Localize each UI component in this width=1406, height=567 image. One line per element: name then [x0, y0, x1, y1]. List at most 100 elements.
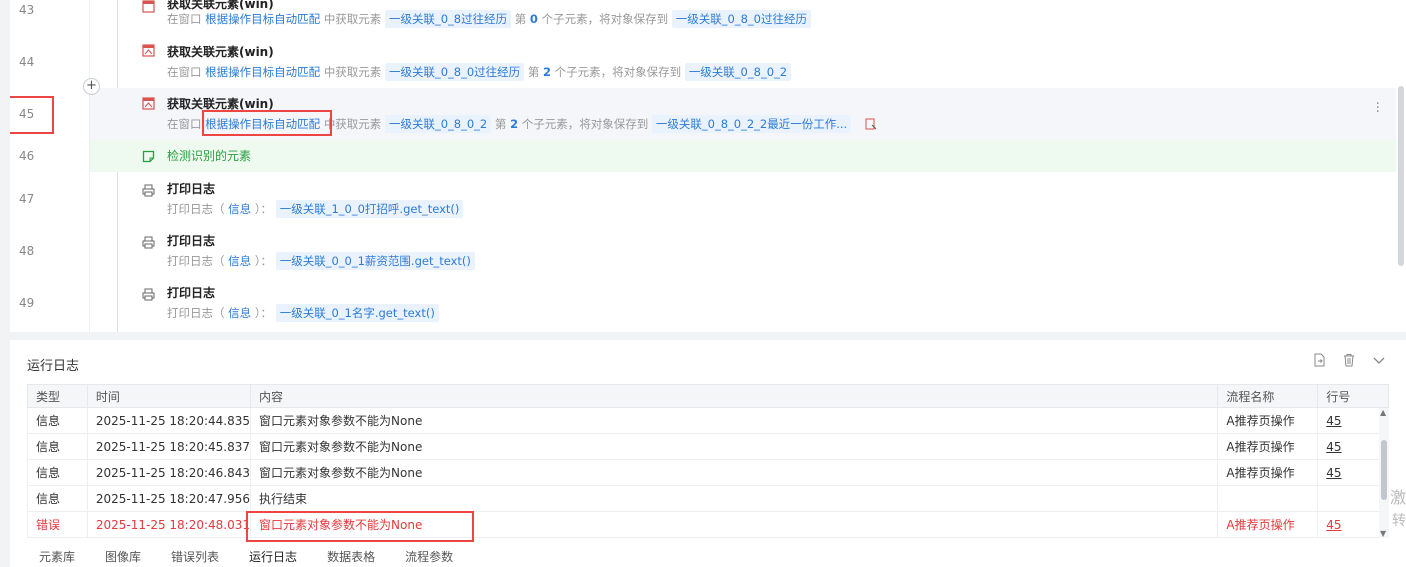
desc-text: 中获取元素: [323, 117, 382, 131]
log-line-cell: 45: [1317, 459, 1389, 486]
desc-text: 打印日志（: [167, 202, 225, 216]
flow-step-row[interactable]: 获取关联元素(win) 在窗口 根据操作目标自动匹配 中获取元素 一级关联_0_…: [90, 40, 1396, 88]
window-param-link[interactable]: 根据操作目标自动匹配: [205, 11, 320, 27]
tab-run-log[interactable]: 运行日志: [249, 548, 297, 565]
log-scrollbar[interactable]: ▲ ▼: [1379, 408, 1389, 538]
watermark-text: 激: [1389, 488, 1406, 507]
scroll-up-icon[interactable]: ▲: [1380, 408, 1386, 417]
log-flow: A推荐页操作: [1217, 433, 1319, 460]
window-element-icon: [142, 97, 155, 110]
step-description: 打印日志（ 信息 ）： 一级关联_0_1名字.get_text(): [167, 304, 439, 322]
highlight-box-window-param: [202, 110, 332, 136]
tab-element-library[interactable]: 元素库: [39, 548, 75, 565]
window-param-link[interactable]: 根据操作目标自动匹配: [205, 64, 320, 80]
step-title: 打印日志: [167, 234, 216, 248]
editor-scrollbar[interactable]: [1398, 86, 1404, 266]
collapse-chevron-icon[interactable]: [1372, 353, 1386, 367]
tab-error-list[interactable]: 错误列表: [171, 548, 219, 565]
line-number[interactable]: 49: [10, 296, 90, 310]
log-level-link[interactable]: 信息: [228, 253, 251, 269]
output-variable-tag[interactable]: 一级关联_0_8_0过往经历: [671, 10, 811, 28]
log-level-link[interactable]: 信息: [228, 305, 251, 321]
line-number[interactable]: 48: [10, 244, 90, 258]
step-description: 打印日志（ 信息 ）： 一级关联_1_0_0打招呼.get_text(): [167, 200, 464, 218]
log-expression-tag[interactable]: 一级关联_0_1名字.get_text(): [275, 304, 439, 322]
desc-text: 中获取元素: [323, 12, 382, 26]
source-element-tag[interactable]: 一级关联_0_8_0_2: [384, 115, 492, 133]
step-description: 在窗口 根据操作目标自动匹配 中获取元素 一级关联_0_8过往经历 第 0 个子…: [167, 10, 811, 28]
desc-text: 个子元素，将对象保存到: [521, 117, 649, 131]
source-element-tag[interactable]: 一级关联_0_8过往经历: [384, 10, 512, 28]
log-type: 错误: [27, 511, 88, 538]
log-expression-tag[interactable]: 一级关联_1_0_0打招呼.get_text(): [275, 200, 464, 218]
flow-editor: 43 44 45 46 47 48 49 获取关联元素(win) 在窗口 根据操…: [10, 0, 1406, 332]
line-link[interactable]: 45: [1326, 414, 1341, 428]
table-row-error[interactable]: 错误 2025-11-25 18:20:48.031 窗口元素对象参数不能为No…: [27, 511, 1389, 538]
log-time: 2025-11-25 18:20:47.956: [86, 485, 252, 512]
log-level-link[interactable]: 信息: [228, 201, 251, 217]
printer-icon: [142, 236, 155, 249]
scroll-down-icon[interactable]: ▼: [1380, 529, 1386, 538]
export-icon[interactable]: [1312, 353, 1326, 367]
check-note-icon: [142, 150, 155, 163]
log-time: 2025-11-25 18:20:44.835: [86, 407, 252, 434]
step-title: 获取关联元素(win): [167, 45, 274, 59]
tab-flow-params[interactable]: 流程参数: [405, 548, 453, 565]
desc-text: 打印日志（: [167, 254, 225, 268]
scroll-thumb[interactable]: [1381, 440, 1387, 500]
flow-step-row[interactable]: 获取关联元素(win) 在窗口 根据操作目标自动匹配 中获取元素 一级关联_0_…: [90, 0, 1396, 40]
printer-icon: [142, 184, 155, 197]
line-number[interactable]: 46: [10, 149, 90, 163]
desc-text: 第: [494, 117, 507, 131]
table-row[interactable]: 信息 2025-11-25 18:20:45.837 窗口元素对象参数不能为No…: [27, 433, 1389, 460]
flow-step-row[interactable]: 打印日志 打印日志（ 信息 ）： 一级关联_0_0_1薪资范围.get_text…: [90, 224, 1396, 276]
log-content: 执行结束: [250, 485, 1219, 512]
printer-icon: [142, 288, 155, 301]
output-variable-tag[interactable]: 一级关联_0_8_0_2_2最近一份工作...: [651, 115, 852, 133]
line-number[interactable]: 44: [10, 55, 90, 69]
flow-step-row[interactable]: 检测识别的元素: [90, 140, 1396, 172]
desc-text: 在窗口: [167, 12, 202, 26]
log-expression-tag[interactable]: 一级关联_0_0_1薪资范围.get_text(): [275, 252, 475, 270]
highlight-box-line-number: [10, 96, 54, 134]
source-element-tag[interactable]: 一级关联_0_8_0过往经历: [384, 63, 525, 81]
tab-image-library[interactable]: 图像库: [105, 548, 141, 565]
child-index[interactable]: 0: [530, 12, 538, 26]
add-step-button[interactable]: +: [83, 78, 100, 95]
table-row[interactable]: 信息 2025-11-25 18:20:46.843 窗口元素对象参数不能为No…: [27, 459, 1389, 486]
output-variable-tag[interactable]: 一级关联_0_8_0_2: [684, 63, 792, 81]
watermark-text: 转: [1392, 513, 1406, 529]
log-flow: A推荐页操作: [1217, 459, 1319, 486]
panel-toolbar: [1312, 353, 1386, 367]
child-index[interactable]: 2: [543, 65, 551, 79]
step-title: 打印日志: [167, 182, 216, 196]
line-number[interactable]: 43: [10, 3, 90, 17]
flow-step-row[interactable]: 打印日志 打印日志（ 信息 ）： 一级关联_0_1名字.get_text(): [90, 276, 1396, 328]
column-header[interactable]: 类型: [27, 384, 88, 408]
line-link[interactable]: 45: [1326, 440, 1341, 454]
trash-icon[interactable]: [1342, 353, 1356, 367]
table-row[interactable]: 信息 2025-11-25 18:20:44.835 窗口元素对象参数不能为No…: [27, 407, 1389, 434]
column-header[interactable]: 时间: [86, 384, 252, 408]
flow-step-row[interactable]: 打印日志 打印日志（ 信息 ）： 一级关联_1_0_0打招呼.get_text(…: [90, 172, 1396, 224]
desc-text: 在窗口: [167, 117, 202, 131]
run-log-panel: 运行日志 类型 时间 内容 流程名称 行号 信息 2025-11-25 18:2…: [10, 340, 1406, 567]
element-preview-icon[interactable]: [865, 118, 877, 130]
log-flow: A推荐页操作: [1217, 407, 1319, 434]
child-index[interactable]: 2: [510, 117, 518, 131]
log-type: 信息: [27, 407, 88, 434]
column-header[interactable]: 行号: [1317, 384, 1389, 408]
line-number[interactable]: 47: [10, 192, 90, 206]
step-title: 打印日志: [167, 286, 216, 300]
more-options-icon[interactable]: · · ·: [1376, 97, 1380, 119]
panel-title: 运行日志: [27, 359, 80, 374]
desc-text: 个子元素，将对象保存到: [554, 65, 682, 79]
column-header[interactable]: 内容: [250, 384, 1219, 408]
line-link[interactable]: 45: [1326, 518, 1341, 532]
tab-data-table[interactable]: 数据表格: [327, 548, 375, 565]
column-header[interactable]: 流程名称: [1217, 384, 1319, 408]
log-line-cell: [1317, 485, 1389, 512]
line-link[interactable]: 45: [1326, 466, 1341, 480]
window-element-icon: [142, 44, 155, 57]
table-row[interactable]: 信息 2025-11-25 18:20:47.956 执行结束: [27, 485, 1389, 512]
